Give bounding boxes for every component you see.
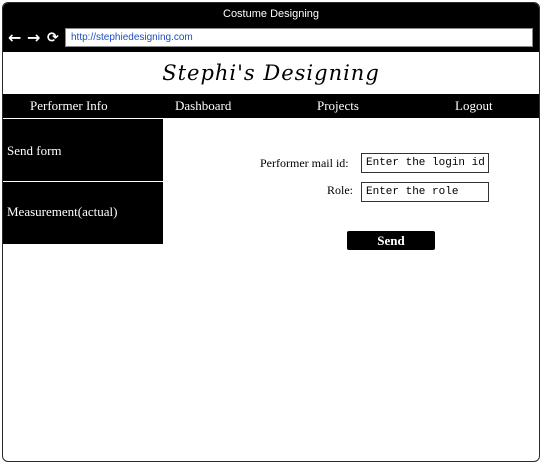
sidebar-item-label: Send form xyxy=(7,143,62,158)
menu-logout[interactable]: Logout xyxy=(455,94,493,118)
menu-dashboard[interactable]: Dashboard xyxy=(175,94,231,118)
window-title: Costume Designing xyxy=(3,3,539,25)
sidebar: Send form Measurement(actual) xyxy=(3,119,163,245)
sidebar-item-label: Measurement(actual) xyxy=(7,204,118,219)
browser-window: Costume Designing ← → ⟳ http://stephiede… xyxy=(2,2,540,462)
send-button[interactable]: Send xyxy=(347,231,435,250)
menu-projects[interactable]: Projects xyxy=(317,94,359,118)
refresh-icon[interactable]: ⟳ xyxy=(47,28,59,48)
sidebar-item-measurement[interactable]: Measurement(actual) xyxy=(3,182,163,245)
mail-input[interactable] xyxy=(361,153,489,173)
url-field[interactable]: http://stephiedesigning.com xyxy=(65,28,533,47)
forward-arrow-icon[interactable]: → xyxy=(27,28,40,48)
site-header: Stephi's Designing xyxy=(3,52,539,94)
address-bar-row: ← → ⟳ http://stephiedesigning.com xyxy=(3,25,539,52)
site-logo: Stephi's Designing xyxy=(162,61,380,85)
mail-label: Performer mail id: xyxy=(260,156,349,170)
role-input[interactable] xyxy=(361,182,489,202)
sidebar-item-send-form[interactable]: Send form xyxy=(3,119,163,182)
main-menu: Performer Info Dashboard Projects Logout xyxy=(3,94,539,118)
menu-performer-info[interactable]: Performer Info xyxy=(30,94,108,118)
role-label: Role: xyxy=(327,183,353,197)
back-arrow-icon[interactable]: ← xyxy=(8,28,21,48)
